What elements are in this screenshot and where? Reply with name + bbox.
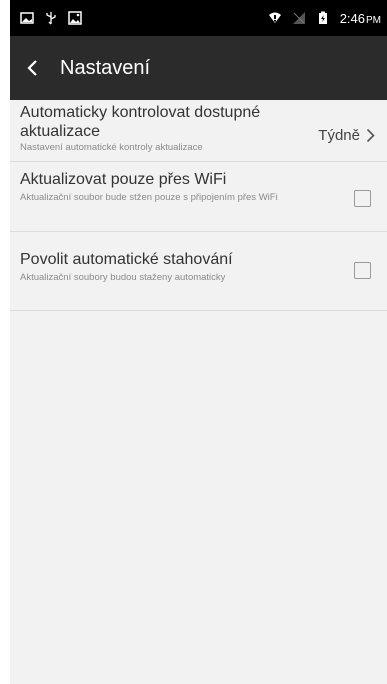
setting-subtitle: Nastavení automatické kontroly aktualiza… — [20, 142, 203, 153]
setting-auto-download[interactable]: Povolit automatické stahování Aktualizač… — [10, 232, 387, 311]
usb-icon — [46, 12, 56, 25]
image-icon — [20, 12, 34, 24]
setting-title: Povolit automatické stahování — [20, 251, 233, 268]
setting-wifi-only[interactable]: Aktualizovat pouze přes WiFi Aktualizačn… — [10, 162, 387, 232]
setting-subtitle: Aktualizační soubor bude stžen pouze s p… — [20, 192, 278, 203]
status-bar: 2:46PM — [10, 0, 387, 36]
battery-icon — [318, 11, 327, 24]
setting-value[interactable]: Týdně — [318, 127, 375, 144]
setting-title: Automaticky kontrolovat dostupné aktuali… — [20, 104, 261, 140]
status-left-icons — [20, 11, 82, 25]
chevron-left-icon — [27, 60, 37, 76]
settings-list: Automaticky kontrolovat dostupné aktuali… — [10, 100, 387, 311]
android-screen: 2:46PM Nastavení Automaticky kontrolovat… — [10, 0, 387, 684]
setting-auto-check-updates[interactable]: Automaticky kontrolovat dostupné aktuali… — [10, 100, 387, 162]
wifi-only-checkbox[interactable] — [354, 190, 371, 207]
no-signal-icon — [292, 12, 305, 24]
status-time-value: 2:46 — [339, 10, 365, 26]
setting-subtitle: Aktualizační soubory budou staženy autom… — [20, 272, 226, 283]
status-right-icons: 2:46PM — [268, 11, 381, 26]
setting-title: Aktualizovat pouze přes WiFi — [20, 171, 227, 188]
back-button[interactable]: Nastavení — [26, 57, 150, 80]
gallery-icon — [68, 11, 82, 25]
page-title: Nastavení — [60, 56, 151, 79]
wifi-icon — [268, 12, 281, 23]
toolbar: Nastavení — [10, 36, 387, 100]
status-time: 2:46PM — [340, 11, 381, 26]
status-time-ampm: PM — [366, 14, 381, 26]
setting-value-label: Týdně — [318, 127, 360, 144]
chevron-right-icon — [366, 128, 375, 143]
auto-download-checkbox[interactable] — [354, 262, 371, 279]
